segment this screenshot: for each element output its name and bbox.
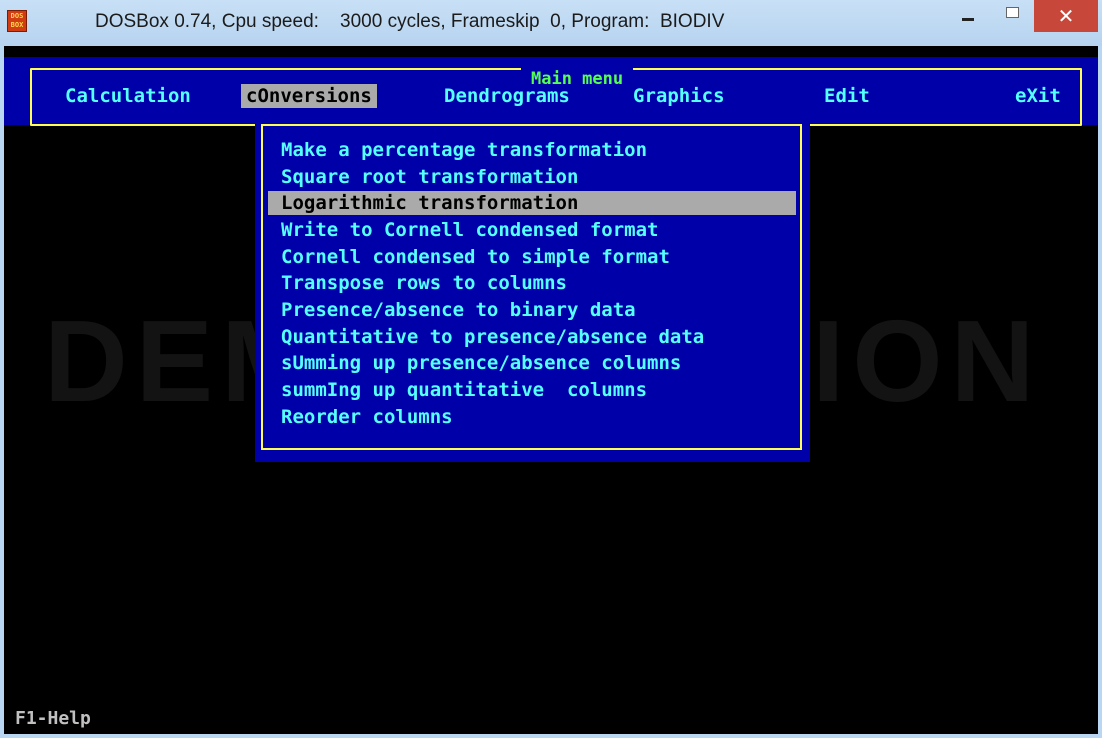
maximize-icon	[1005, 6, 1019, 18]
menu-option-summing-quant[interactable]: summIng up quantitative columns	[268, 378, 796, 402]
close-button[interactable]: ✕	[1034, 0, 1098, 32]
menu-option-reorder[interactable]: Reorder columns	[268, 405, 796, 429]
menu-graphics[interactable]: Graphics	[628, 84, 730, 108]
menu-calculation[interactable]: Calculation	[60, 84, 196, 108]
menu-conversions[interactable]: cOnversions	[241, 84, 377, 108]
menu-edit[interactable]: Edit	[819, 84, 875, 108]
menu-option-transpose[interactable]: Transpose rows to columns	[268, 271, 796, 295]
menu-exit[interactable]: eXit	[1010, 84, 1066, 108]
conversions-dropdown: Make a percentage transformation Square …	[255, 121, 810, 462]
close-icon: ✕	[1057, 5, 1075, 28]
menu-option-square-root[interactable]: Square root transformation	[268, 165, 796, 189]
title-bar[interactable]: DOS BOX DOSBox 0.74, Cpu speed: 3000 cyc…	[0, 0, 1102, 46]
dosbox-icon-text: DOS BOX	[10, 12, 24, 29]
dos-screen[interactable]: DEMO VERSION Main menu Calculation cOnve…	[4, 46, 1098, 734]
menu-option-percentage[interactable]: Make a percentage transformation	[268, 138, 796, 162]
maximize-button[interactable]	[991, 0, 1033, 32]
menu-option-summing-presence[interactable]: sUmming up presence/absence columns	[268, 351, 796, 375]
minimize-icon	[962, 17, 974, 21]
help-hint: F1-Help	[15, 708, 91, 729]
menu-option-cornell-simple[interactable]: Cornell condensed to simple format	[268, 245, 796, 269]
menu-option-quantitative[interactable]: Quantitative to presence/absence data	[268, 325, 796, 349]
minimize-button[interactable]	[945, 0, 991, 32]
menu-option-presence-binary[interactable]: Presence/absence to binary data	[268, 298, 796, 322]
window-title: DOSBox 0.74, Cpu speed: 3000 cycles, Fra…	[95, 11, 725, 32]
dosbox-icon[interactable]: DOS BOX	[7, 10, 27, 32]
menu-option-logarithmic[interactable]: Logarithmic transformation	[268, 191, 796, 215]
dosbox-window: DOS BOX DOSBox 0.74, Cpu speed: 3000 cyc…	[0, 0, 1102, 738]
main-menu-bar: Main menu Calculation cOnversions Dendro…	[4, 57, 1098, 126]
menu-dendrograms[interactable]: Dendrograms	[439, 84, 575, 108]
menu-option-cornell-write[interactable]: Write to Cornell condensed format	[268, 218, 796, 242]
